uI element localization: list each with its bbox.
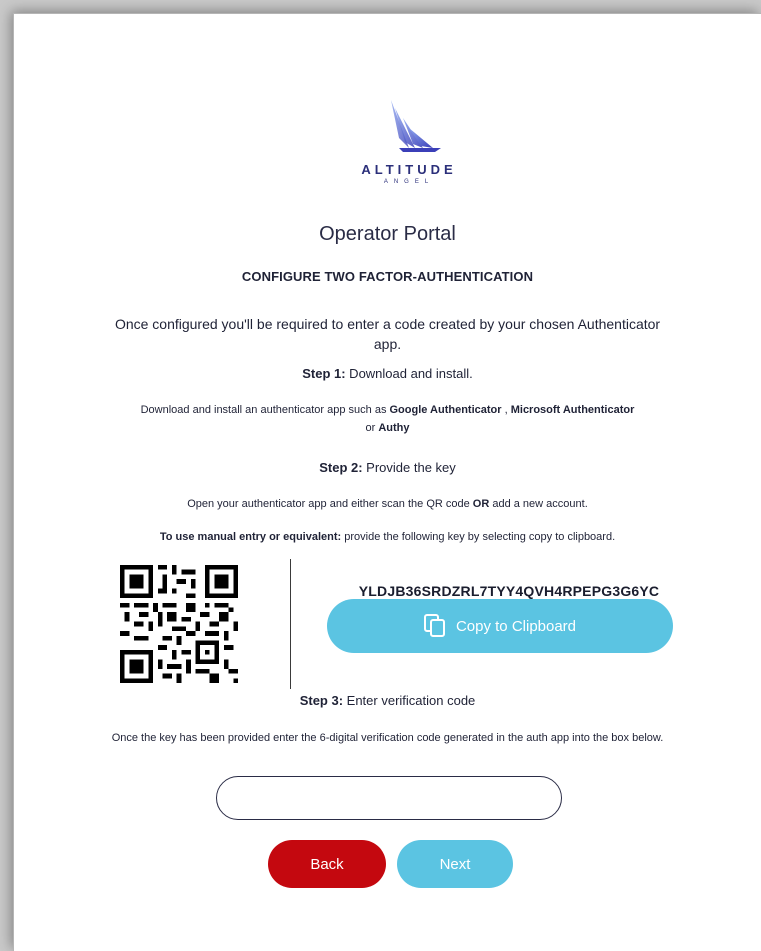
manual-entry-text: provide the following key by selecting c…	[341, 531, 616, 543]
step1-sep2: or	[365, 422, 379, 434]
step1-label: Step 1:	[302, 366, 346, 381]
intro-text: Once configured you'll be required to en…	[114, 316, 661, 352]
step2-desc-b: add a new account.	[489, 498, 588, 510]
app-google: Google Authenticator	[389, 404, 502, 416]
brand-sub: ANGEL	[383, 179, 435, 185]
step3-text: Enter verification code	[343, 693, 476, 708]
step1-title: Step 1: Download and install.	[14, 366, 761, 381]
altitude-angel-logo: ALTITUDE ANGEL	[339, 98, 479, 188]
altitude-angel-wing-icon	[391, 100, 441, 152]
step2-title: Step 2: Provide the key	[14, 460, 761, 475]
step2-text: Provide the key	[362, 460, 456, 475]
page-title: Operator Portal	[319, 223, 456, 245]
step1-text: Download and install.	[345, 366, 473, 381]
step3-description: Once the key has been provided enter the…	[111, 732, 664, 744]
copy-icon	[423, 614, 445, 637]
qr-code	[120, 565, 238, 683]
step1-desc-prefix: Download and install an authenticator ap…	[140, 404, 390, 416]
step1-sep1: ,	[501, 404, 511, 416]
step2-desc-a: Open your authenticator app and either s…	[187, 498, 473, 510]
manual-entry-label: To use manual entry or equivalent:	[159, 531, 342, 543]
step3-label: Step 3:	[299, 693, 344, 708]
step1-description: Download and install an authenticator ap…	[74, 401, 701, 437]
step2-desc-or: OR	[472, 498, 490, 510]
copy-button-label: Copy to Clipboard	[455, 617, 577, 635]
auth-setup-card: ALTITUDE ANGEL Operator Portal CONFIGURE…	[14, 14, 761, 951]
app-authy: Authy	[378, 422, 410, 434]
qr-divider	[290, 559, 291, 689]
page-heading: CONFIGURE TWO FACTOR-AUTHENTICATION	[241, 269, 534, 284]
copy-to-clipboard-button[interactable]: Copy to Clipboard	[327, 599, 673, 653]
step2-label: Step 2:	[319, 460, 363, 475]
verification-code-input[interactable]	[216, 776, 562, 820]
back-button[interactable]: Back	[268, 840, 386, 888]
app-microsoft: Microsoft Authenticator	[510, 404, 635, 416]
next-button[interactable]: Next	[397, 840, 513, 888]
brand-name: ALTITUDE	[361, 162, 457, 177]
manual-entry-description: To use manual entry or equivalent: provi…	[14, 528, 761, 546]
secret-key: YLDJB36SRDZRL7TYY4QVH4RPEPG3G6YC	[358, 583, 660, 599]
step2-description: Open your authenticator app and either s…	[14, 495, 761, 513]
step3-title: Step 3: Enter verification code	[14, 693, 761, 708]
